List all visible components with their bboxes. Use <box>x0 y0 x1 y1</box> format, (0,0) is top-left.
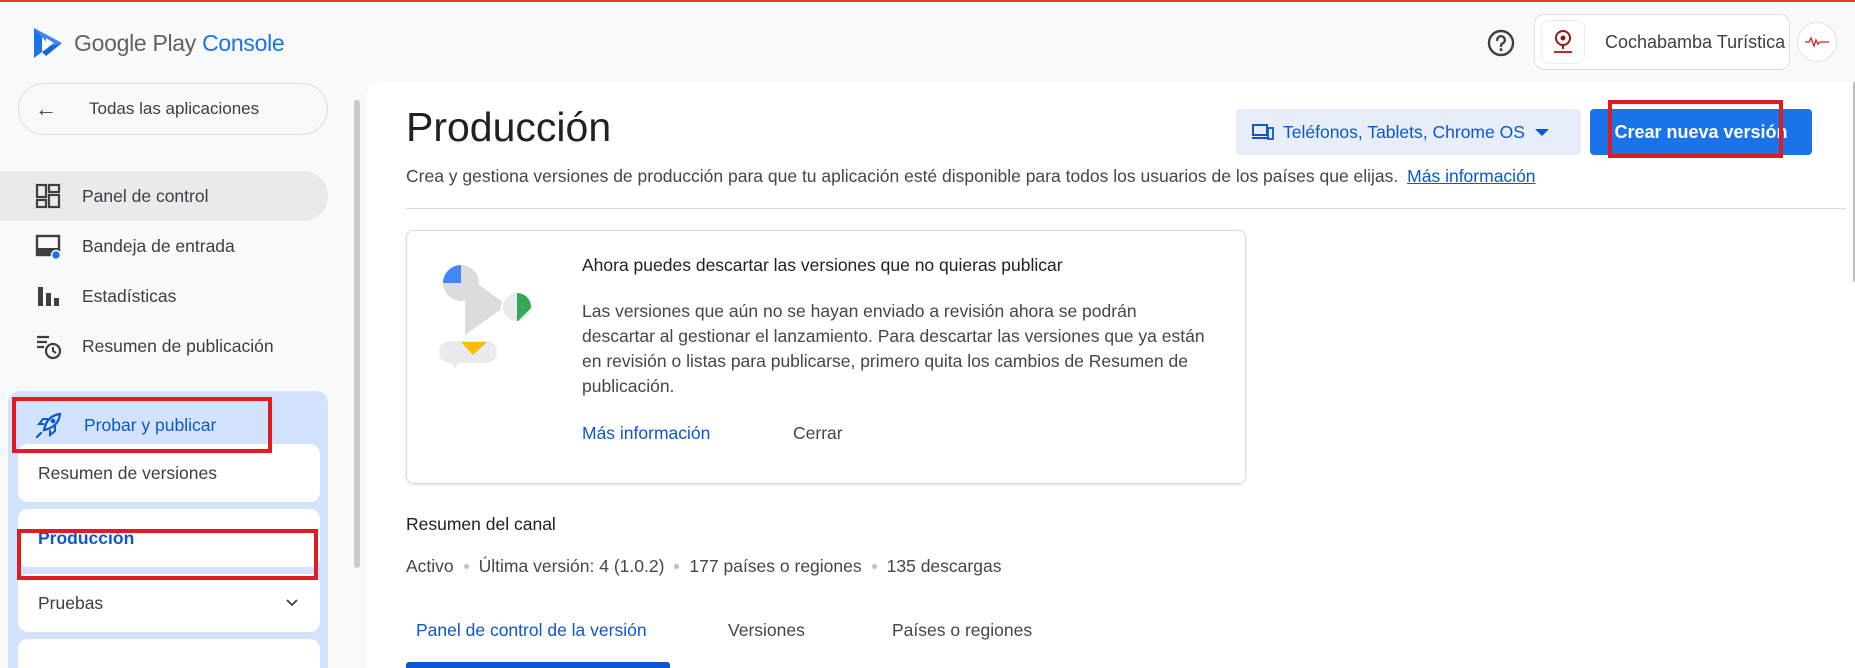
sidebar-subitem-label: Producción <box>38 527 135 548</box>
page-description-text: Crea y gestiona versiones de producción … <box>406 166 1399 186</box>
channel-latest-version: Última versión: 4 (1.0.2) <box>478 556 665 576</box>
info-card-body: Las versiones que aún no se hayan enviad… <box>582 301 1205 396</box>
google-play-console-logo[interactable]: Google Play Console <box>32 26 285 60</box>
channel-status: Activo <box>406 556 454 576</box>
create-new-release-button[interactable]: Crear nueva versión <box>1590 109 1812 155</box>
info-card-learn-more-link[interactable]: Más información <box>582 423 710 444</box>
device-selector-label: Teléfonos, Tablets, Chrome OS <box>1283 121 1525 142</box>
logo-console-text: Console <box>202 29 285 56</box>
sidebar-item-label: Probar y publicar <box>84 414 217 435</box>
play-console-logo-icon <box>34 28 62 58</box>
tab-release-dashboard[interactable]: Panel de control de la versión <box>416 620 647 641</box>
sidebar-item-label: Panel de control <box>82 185 209 206</box>
page-title: Producción <box>406 104 612 150</box>
sidebar-item-statistics[interactable]: Estadísticas <box>0 271 328 321</box>
channel-summary-title: Resumen del canal <box>406 514 556 534</box>
tab-releases[interactable]: Versiones <box>728 620 805 641</box>
sidebar-item-dashboard[interactable]: Panel de control <box>0 171 328 221</box>
active-tab-indicator <box>406 662 670 668</box>
learn-more-link[interactable]: Más información <box>1407 166 1535 186</box>
devices-icon <box>1252 124 1274 140</box>
sidebar-item-releases-overview[interactable]: Resumen de versiones <box>18 444 320 502</box>
chevron-down-icon <box>286 599 298 607</box>
all-apps-back-button[interactable]: ← Todas las aplicaciones <box>18 83 328 135</box>
separator-dot <box>463 564 469 569</box>
header-divider <box>406 208 1846 209</box>
bar-chart-icon <box>38 287 59 306</box>
sidebar-item-inbox[interactable]: Bandeja de entrada <box>0 221 328 271</box>
rocket-icon <box>35 412 62 439</box>
separator-dot <box>674 564 680 569</box>
inbox-icon <box>35 234 62 260</box>
info-card-title: Ahora puedes descartar las versiones que… <box>582 255 1063 275</box>
logo-google-play-text: Google Play <box>74 29 203 56</box>
info-card: Ahora puedes descartar las versiones que… <box>406 230 1246 484</box>
user-avatar[interactable] <box>1797 22 1837 62</box>
account-name: Cochabamba Turística <box>1605 31 1786 52</box>
sidebar-subitem-label: Pruebas <box>38 592 104 613</box>
sidebar-item-label: Resumen de publicación <box>82 335 274 356</box>
help-icon[interactable] <box>1486 28 1516 58</box>
dropdown-caret-icon <box>1534 128 1549 136</box>
sidebar-item-publishing-overview[interactable]: Resumen de publicación <box>0 321 328 371</box>
channel-downloads: 135 descargas <box>886 556 1002 576</box>
page-description: Crea y gestiona versiones de producción … <box>406 166 1536 187</box>
location-pin-icon <box>1554 30 1572 53</box>
developer-logo <box>1541 20 1585 64</box>
publishing-overview-icon <box>37 335 62 360</box>
discard-releases-illustration <box>439 265 533 369</box>
all-apps-label: Todas las aplicaciones <box>89 99 260 118</box>
app-header: Google Play Console Cochabamba Turística <box>0 2 1855 82</box>
info-card-close-button[interactable]: Cerrar <box>793 423 843 444</box>
avatar-logo-icon <box>1805 36 1829 48</box>
sidebar-subitem-label: Resumen de versiones <box>38 462 217 483</box>
test-and-release-group: Probar y publicar Resumen de versiones P… <box>8 391 328 668</box>
sidebar-scrollbar[interactable] <box>354 100 360 568</box>
account-switcher[interactable]: Cochabamba Turística <box>1534 14 1790 70</box>
release-tabs: Panel de control de la versión Versiones… <box>406 620 1306 668</box>
separator-dot <box>871 564 877 569</box>
channel-summary-stats: Activo Última versión: 4 (1.0.2) 177 paí… <box>406 556 1001 577</box>
sidebar-item-production[interactable]: Producción <box>18 509 320 567</box>
sidebar-item-label: Estadísticas <box>82 285 177 306</box>
main-content: Producción Teléfonos, Tablets, Chrome OS… <box>366 82 1855 668</box>
dashboard-icon <box>35 183 61 209</box>
channel-countries: 177 países o regiones <box>689 556 862 576</box>
sidebar-item-label: Bandeja de entrada <box>82 235 235 256</box>
sidebar-item-next[interactable] <box>18 639 320 668</box>
sidebar-item-testing[interactable]: Pruebas <box>18 574 320 632</box>
arrow-back-icon: ← <box>35 96 57 121</box>
sidebar: ← Todas las aplicaciones Panel de contro… <box>0 82 360 668</box>
device-selector-button[interactable]: Teléfonos, Tablets, Chrome OS <box>1236 109 1581 155</box>
tab-countries-regions[interactable]: Países o regiones <box>892 620 1032 641</box>
